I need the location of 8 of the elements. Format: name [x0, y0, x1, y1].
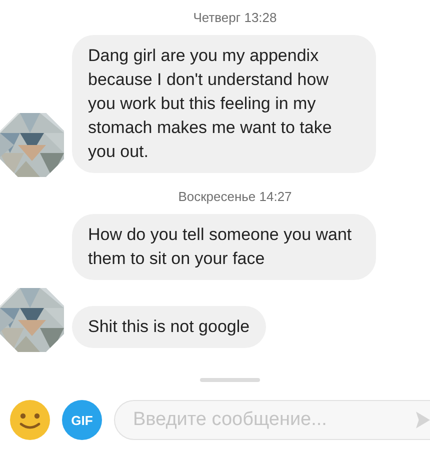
message-bubble: Dang girl are you my appendix because I don't understand how you work but this feeling in my stomach makes me want to take you out. — [72, 35, 376, 173]
smiley-icon[interactable] — [10, 400, 50, 440]
timestamp: Четверг 13:28 — [193, 10, 277, 25]
message-bubble: How do you tell someone you want them to sit on your face — [72, 214, 376, 280]
gif-button[interactable]: GIF — [62, 400, 102, 440]
message-bubble: Shit this is not google — [72, 306, 266, 348]
drag-handle[interactable] — [200, 378, 260, 382]
timestamp: Воскресенье 14:27 — [178, 189, 292, 204]
